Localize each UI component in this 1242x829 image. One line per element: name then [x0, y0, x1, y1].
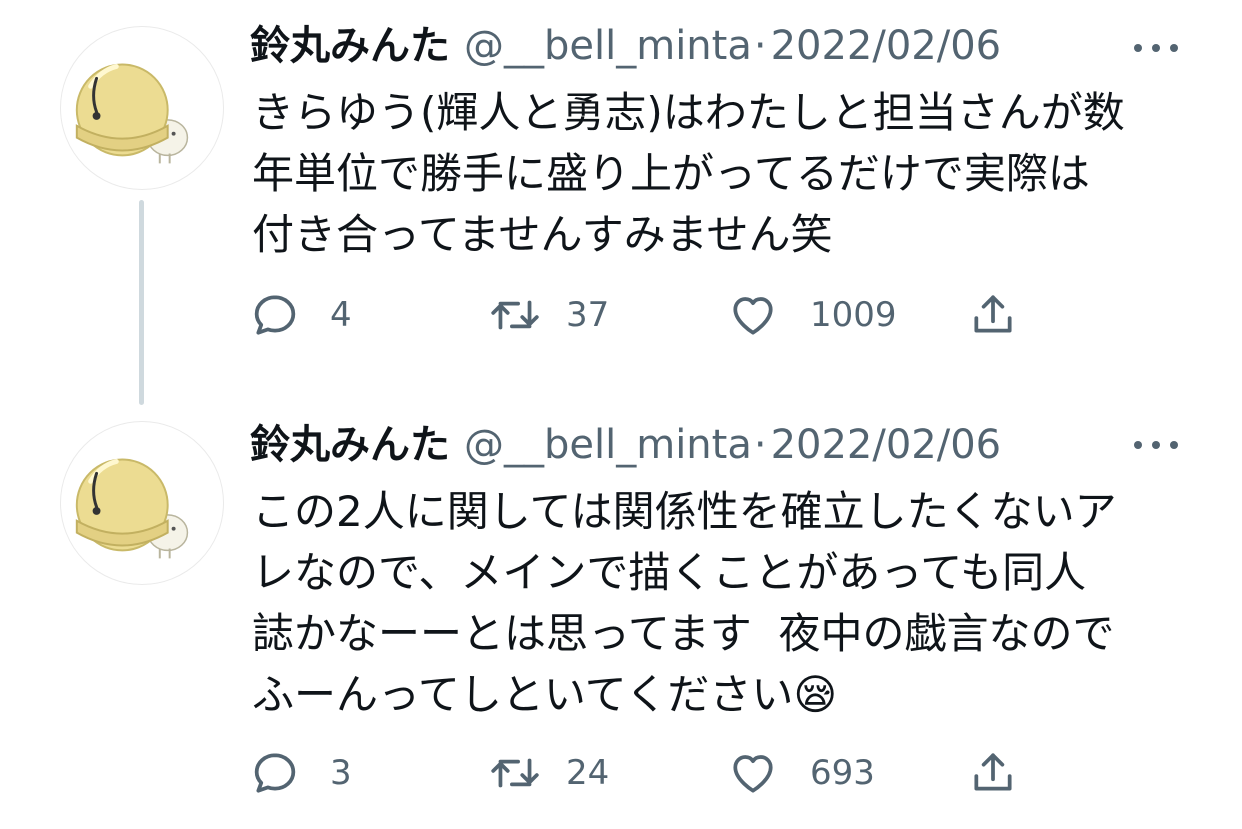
tweet-header: 鈴丸みんた @__bell_minta· 2022/02/06	[250, 18, 1001, 74]
share-icon	[974, 295, 1012, 333]
reply-count: 3	[330, 753, 352, 793]
thread-connector-line	[139, 200, 144, 405]
more-options-button[interactable]	[1130, 38, 1182, 58]
retweet-button[interactable]: 24	[488, 743, 609, 803]
more-icon	[1134, 441, 1178, 449]
like-button[interactable]: 693	[728, 743, 875, 803]
like-count: 1009	[810, 295, 897, 335]
heart-icon	[733, 755, 773, 793]
avatar[interactable]	[60, 421, 224, 585]
reply-button[interactable]: 4	[250, 285, 352, 345]
display-name[interactable]: 鈴丸みんた	[250, 422, 450, 468]
tweet-actions: 3 24 693	[250, 743, 1050, 803]
tweet[interactable]: 鈴丸みんた @__bell_minta· 2022/02/06 この2人に関しては関…	[0, 405, 1242, 829]
separator-dot: ·	[753, 422, 767, 468]
reply-count: 4	[330, 295, 352, 335]
like-button[interactable]: 1009	[728, 285, 897, 345]
share-icon	[974, 753, 1012, 791]
retweet-icon	[491, 300, 539, 330]
tweet-text: この2人に関しては関係性を確立したくないア レなので、メインで描くことがあっても…	[252, 487, 1117, 719]
share-button[interactable]	[968, 743, 1018, 803]
heart-icon	[733, 297, 773, 335]
user-handle[interactable]: @__bell_minta	[464, 23, 752, 69]
reply-button[interactable]: 3	[250, 743, 352, 803]
retweet-count: 24	[566, 753, 610, 793]
bell-avatar-icon	[75, 458, 189, 559]
tweet[interactable]: 鈴丸みんた @__bell_minta· 2022/02/06 きらゆう(輝人と勇志…	[0, 0, 1242, 405]
tweet-header: 鈴丸みんた @__bell_minta· 2022/02/06	[250, 417, 1001, 473]
display-name[interactable]: 鈴丸みんた	[250, 23, 450, 69]
reply-icon	[254, 753, 296, 793]
separator-dot: ·	[753, 23, 767, 69]
bell-avatar-icon	[75, 63, 189, 164]
retweet-button[interactable]: 37	[488, 285, 609, 345]
tweet-text: きらゆう(輝人と勇志)はわたしと担当さんが数 年単位で勝手に盛り上がってるだけで…	[252, 88, 1125, 259]
avatar[interactable]	[60, 26, 224, 190]
tweet-actions: 4 37 1009	[250, 285, 1050, 345]
user-handle[interactable]: @__bell_minta	[464, 422, 752, 468]
share-button[interactable]	[968, 285, 1018, 345]
like-count: 693	[810, 753, 875, 793]
tweet-date[interactable]: 2022/02/06	[771, 422, 1002, 468]
more-icon	[1134, 44, 1178, 52]
retweet-icon	[491, 758, 539, 788]
tweet-date[interactable]: 2022/02/06	[771, 23, 1002, 69]
reply-icon	[254, 295, 296, 335]
more-options-button[interactable]	[1130, 435, 1182, 455]
retweet-count: 37	[566, 295, 610, 335]
